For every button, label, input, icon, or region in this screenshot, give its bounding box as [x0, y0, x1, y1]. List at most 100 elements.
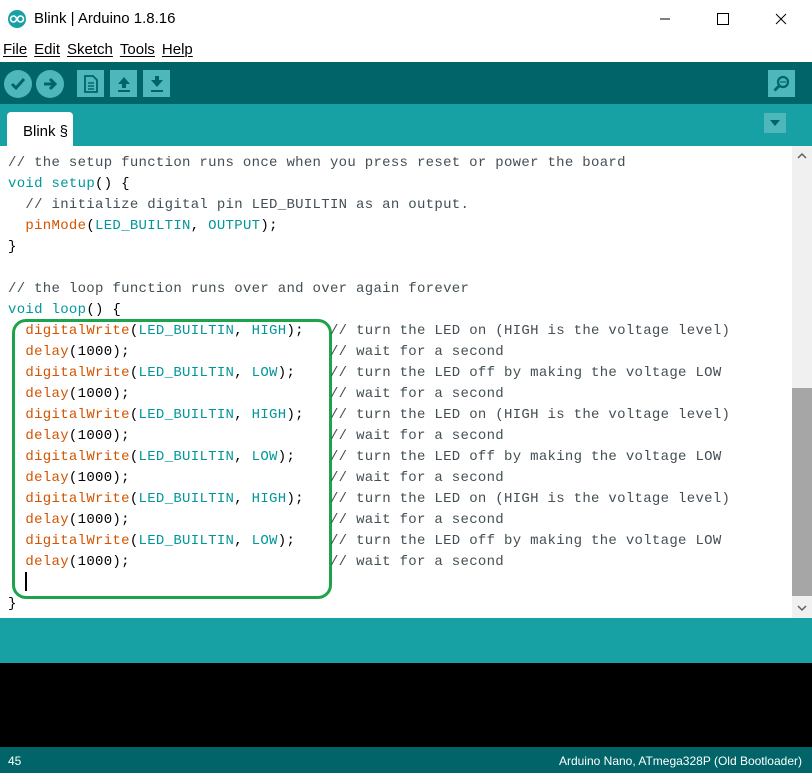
code-token: (1000);: [68, 386, 330, 402]
code-token: LOW: [251, 533, 278, 549]
window-title: Blink | Arduino 1.8.16: [34, 10, 176, 27]
code-line: delay(1000); // wait for a second: [8, 342, 504, 363]
code-token: digitalWrite: [25, 407, 130, 423]
menu-help[interactable]: Help: [159, 38, 196, 62]
code-token: // turn the LED off by making the voltag…: [329, 449, 722, 465]
code-token: delay: [25, 428, 69, 444]
code-editor[interactable]: // the setup function runs once when you…: [0, 146, 792, 618]
menu-file[interactable]: File: [0, 38, 30, 62]
new-file-icon: [83, 74, 98, 93]
code-token: (: [86, 218, 96, 234]
close-button[interactable]: [758, 0, 804, 38]
new-sketch-button[interactable]: [77, 70, 104, 97]
code-token: ,: [234, 407, 252, 423]
magnifier-icon: [773, 75, 789, 91]
code-token: (1000);: [68, 344, 330, 360]
code-line: pinMode(LED_BUILTIN, OUTPUT);: [8, 216, 278, 237]
code-token: );: [286, 407, 330, 423]
code-token: );: [260, 218, 278, 234]
tab-label: Blink §: [23, 123, 69, 140]
code-line: digitalWrite(LED_BUILTIN, HIGH); // turn…: [8, 405, 730, 426]
verify-button[interactable]: [4, 70, 32, 98]
code-token: // wait for a second: [329, 344, 504, 360]
tab-blink[interactable]: Blink §: [7, 112, 73, 146]
title-bar: Blink | Arduino 1.8.16: [0, 0, 812, 38]
code-token: delay: [25, 554, 69, 570]
code-line: delay(1000); // wait for a second: [8, 552, 504, 573]
code-token: digitalWrite: [25, 449, 130, 465]
code-token: (1000);: [68, 554, 330, 570]
code-token: ,: [234, 323, 252, 339]
message-bar: [0, 618, 812, 663]
maximize-button[interactable]: [700, 0, 746, 38]
code-token: LOW: [251, 365, 278, 381]
menu-edit[interactable]: Edit: [31, 38, 63, 62]
maximize-icon: [717, 13, 729, 25]
verify-icon: [10, 78, 26, 91]
code-line: }: [8, 594, 17, 615]
code-token: LED_BUILTIN: [138, 365, 235, 381]
scroll-down-button[interactable]: [792, 598, 812, 618]
code-token: (: [129, 323, 139, 339]
chevron-down-icon: [797, 605, 807, 612]
code-line: delay(1000); // wait for a second: [8, 468, 504, 489]
upload-button[interactable]: [36, 70, 64, 98]
code-token: );: [277, 449, 330, 465]
code-token: // the setup function runs once when you…: [8, 155, 626, 171]
line-number: 45: [8, 754, 22, 768]
code-token: void: [8, 302, 43, 318]
code-token: LOW: [251, 449, 278, 465]
editor-scrollbar[interactable]: [792, 146, 812, 618]
code-token: }: [8, 239, 17, 255]
code-line: void setup() {: [8, 174, 130, 195]
code-token: digitalWrite: [25, 491, 130, 507]
tab-strip: Blink §: [0, 104, 812, 146]
toolbar: [0, 62, 812, 104]
code-token: // turn the LED on (HIGH is the voltage …: [329, 407, 731, 423]
code-token: (: [129, 365, 139, 381]
open-button[interactable]: [110, 70, 137, 97]
code-token: LED_BUILTIN: [138, 533, 235, 549]
code-token: delay: [25, 470, 69, 486]
save-button[interactable]: [143, 70, 170, 97]
code-line: // the setup function runs once when you…: [8, 153, 626, 174]
menu-sketch[interactable]: Sketch: [64, 38, 116, 62]
code-line: delay(1000); // wait for a second: [8, 426, 504, 447]
arduino-logo-icon: [8, 10, 26, 28]
menu-tools[interactable]: Tools: [117, 38, 158, 62]
code-token: void: [8, 176, 43, 192]
code-token: OUTPUT: [208, 218, 261, 234]
minimize-icon: [660, 18, 670, 20]
serial-monitor-button[interactable]: [768, 70, 795, 97]
code-token: LED_BUILTIN: [138, 407, 235, 423]
code-token: );: [277, 533, 330, 549]
scrollbar-thumb[interactable]: [792, 388, 812, 596]
scroll-up-button[interactable]: [792, 146, 812, 166]
code-token: (: [129, 491, 139, 507]
code-token: }: [8, 596, 17, 612]
minimize-button[interactable]: [642, 0, 688, 38]
code-line: digitalWrite(LED_BUILTIN, LOW); // turn …: [8, 447, 722, 468]
code-token: (1000);: [68, 428, 330, 444]
code-token: LED_BUILTIN: [138, 491, 235, 507]
code-token: delay: [25, 344, 69, 360]
code-line: digitalWrite(LED_BUILTIN, LOW); // turn …: [8, 363, 722, 384]
code-token: // turn the LED on (HIGH is the voltage …: [329, 323, 731, 339]
code-token: ,: [190, 218, 209, 234]
code-token: HIGH: [251, 323, 287, 339]
code-token: ,: [234, 533, 252, 549]
code-line: digitalWrite(LED_BUILTIN, HIGH); // turn…: [8, 321, 730, 342]
tab-menu-button[interactable]: [764, 113, 786, 133]
code-token: ,: [234, 365, 252, 381]
code-line: delay(1000); // wait for a second: [8, 384, 504, 405]
code-token: HIGH: [251, 491, 287, 507]
code-token: loop: [51, 302, 87, 318]
code-token: setup: [51, 176, 96, 192]
console-output[interactable]: [0, 663, 812, 747]
